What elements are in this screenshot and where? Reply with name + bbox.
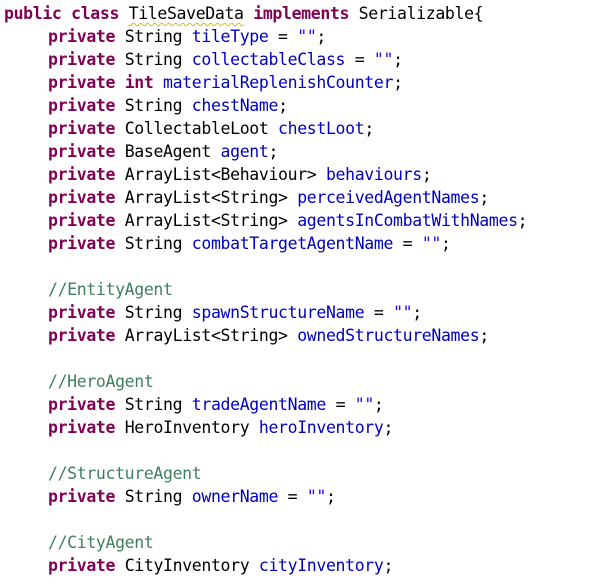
field-type: ArrayList<String>: [124, 211, 288, 230]
keyword-private: private: [48, 73, 116, 92]
keyword-private: private: [48, 556, 116, 575]
string-literal: "": [373, 50, 394, 69]
string-literal: "": [297, 27, 317, 46]
keyword-private: private: [48, 165, 116, 184]
field-name: ownerName: [191, 487, 279, 506]
interface-name: Serializable{: [358, 4, 484, 23]
field-name: materialReplenishCounter: [163, 73, 394, 92]
string-literal: "": [306, 487, 327, 506]
field-type: CollectableLoot: [124, 119, 269, 138]
keyword-private: private: [48, 326, 116, 345]
blank-line[interactable]: [4, 255, 605, 278]
field-name: agent: [220, 142, 269, 161]
field-line-tiletype[interactable]: private String tileType = "";: [4, 25, 605, 48]
keyword-private: private: [48, 487, 116, 506]
keyword-private: private: [48, 96, 116, 115]
field-line-materialreplenishcounter[interactable]: private int materialReplenishCounter;: [4, 71, 605, 94]
field-line-cityinventory[interactable]: private CityInventory cityInventory;: [4, 554, 605, 577]
field-line-spawnstructurename[interactable]: private String spawnStructureName = "";: [4, 301, 605, 324]
blank-line[interactable]: [4, 508, 605, 531]
comment: //EntityAgent: [48, 280, 173, 299]
comment-line-structureagent[interactable]: //StructureAgent: [4, 462, 605, 485]
class-declaration-line[interactable]: public class TileSaveData implements Ser…: [4, 2, 605, 25]
field-line-ownedstructurenames[interactable]: private ArrayList<String> ownedStructure…: [4, 324, 605, 347]
blank-line[interactable]: [4, 347, 605, 370]
comment: //CityAgent: [48, 533, 154, 552]
field-line-chestname[interactable]: private String chestName;: [4, 94, 605, 117]
keyword-private: private: [48, 211, 116, 230]
field-type: String: [124, 27, 183, 46]
field-line-perceivedagentnames[interactable]: private ArrayList<String> perceivedAgent…: [4, 186, 605, 209]
keyword-public: public: [4, 4, 62, 23]
comment-line-cityagent[interactable]: //CityAgent: [4, 531, 605, 554]
keyword-private: private: [48, 188, 116, 207]
field-line-behaviours[interactable]: private ArrayList<Behaviour> behaviours;: [4, 163, 605, 186]
string-literal: "": [393, 303, 413, 322]
field-line-agentsincombatwithnames[interactable]: private ArrayList<String> agentsInCombat…: [4, 209, 605, 232]
field-line-agent[interactable]: private BaseAgent agent;: [4, 140, 605, 163]
field-type: BaseAgent: [124, 142, 212, 161]
keyword-implements: implements: [253, 4, 350, 23]
field-name: behaviours: [325, 165, 422, 184]
field-line-heroinventory[interactable]: private HeroInventory heroInventory;: [4, 416, 605, 439]
keyword-int: int: [124, 73, 154, 92]
field-line-combattargetagentname[interactable]: private String combatTargetAgentName = "…: [4, 232, 605, 255]
field-line-tradeagentname[interactable]: private String tradeAgentName = "";: [4, 393, 605, 416]
field-type: ArrayList<String>: [124, 188, 288, 207]
string-literal: "": [354, 395, 375, 414]
comment: //HeroAgent: [48, 372, 154, 391]
comment: //StructureAgent: [48, 464, 202, 483]
field-type: String: [124, 303, 183, 322]
comment-line-entityagent[interactable]: //EntityAgent: [4, 278, 605, 301]
field-name: combatTargetAgentName: [191, 234, 394, 253]
field-name: chestName: [191, 96, 279, 115]
field-name: tileType: [191, 27, 269, 46]
field-name: tradeAgentName: [191, 395, 327, 414]
field-type: String: [124, 395, 183, 414]
keyword-private: private: [48, 395, 116, 414]
field-name: perceivedAgentNames: [297, 188, 480, 207]
field-line-collectableclass[interactable]: private String collectableClass = "";: [4, 48, 605, 71]
field-line-ownername[interactable]: private String ownerName = "";: [4, 485, 605, 508]
field-type: HeroInventory: [124, 418, 250, 437]
string-literal: "": [421, 234, 442, 253]
field-name: heroInventory: [258, 418, 384, 437]
field-name: collectableClass: [191, 50, 346, 69]
keyword-private: private: [48, 142, 116, 161]
keyword-private: private: [48, 418, 116, 437]
blank-line[interactable]: [4, 439, 605, 462]
field-type: String: [124, 96, 183, 115]
keyword-private: private: [48, 303, 116, 322]
keyword-private: private: [48, 27, 116, 46]
field-type: String: [124, 234, 183, 253]
keyword-private: private: [48, 234, 116, 253]
keyword-private: private: [48, 50, 116, 69]
comment-line-heroagent[interactable]: //HeroAgent: [4, 370, 605, 393]
field-line-chestloot[interactable]: private CollectableLoot chestLoot;: [4, 117, 605, 140]
keyword-private: private: [48, 119, 116, 138]
field-name: cityInventory: [258, 556, 384, 575]
field-name: spawnStructureName: [191, 303, 365, 322]
field-type: String: [124, 50, 183, 69]
field-name: ownedStructureNames: [297, 326, 480, 345]
field-name: chestLoot: [278, 119, 365, 138]
field-name: agentsInCombatWithNames: [297, 211, 518, 230]
field-type: CityInventory: [124, 556, 250, 575]
class-name[interactable]: TileSaveData: [129, 4, 244, 23]
keyword-class: class: [71, 4, 120, 23]
code-editor[interactable]: public class TileSaveData implements Ser…: [0, 0, 605, 585]
field-type: ArrayList<String>: [124, 326, 288, 345]
field-type: String: [124, 487, 183, 506]
field-type: ArrayList<Behaviour>: [124, 165, 317, 184]
